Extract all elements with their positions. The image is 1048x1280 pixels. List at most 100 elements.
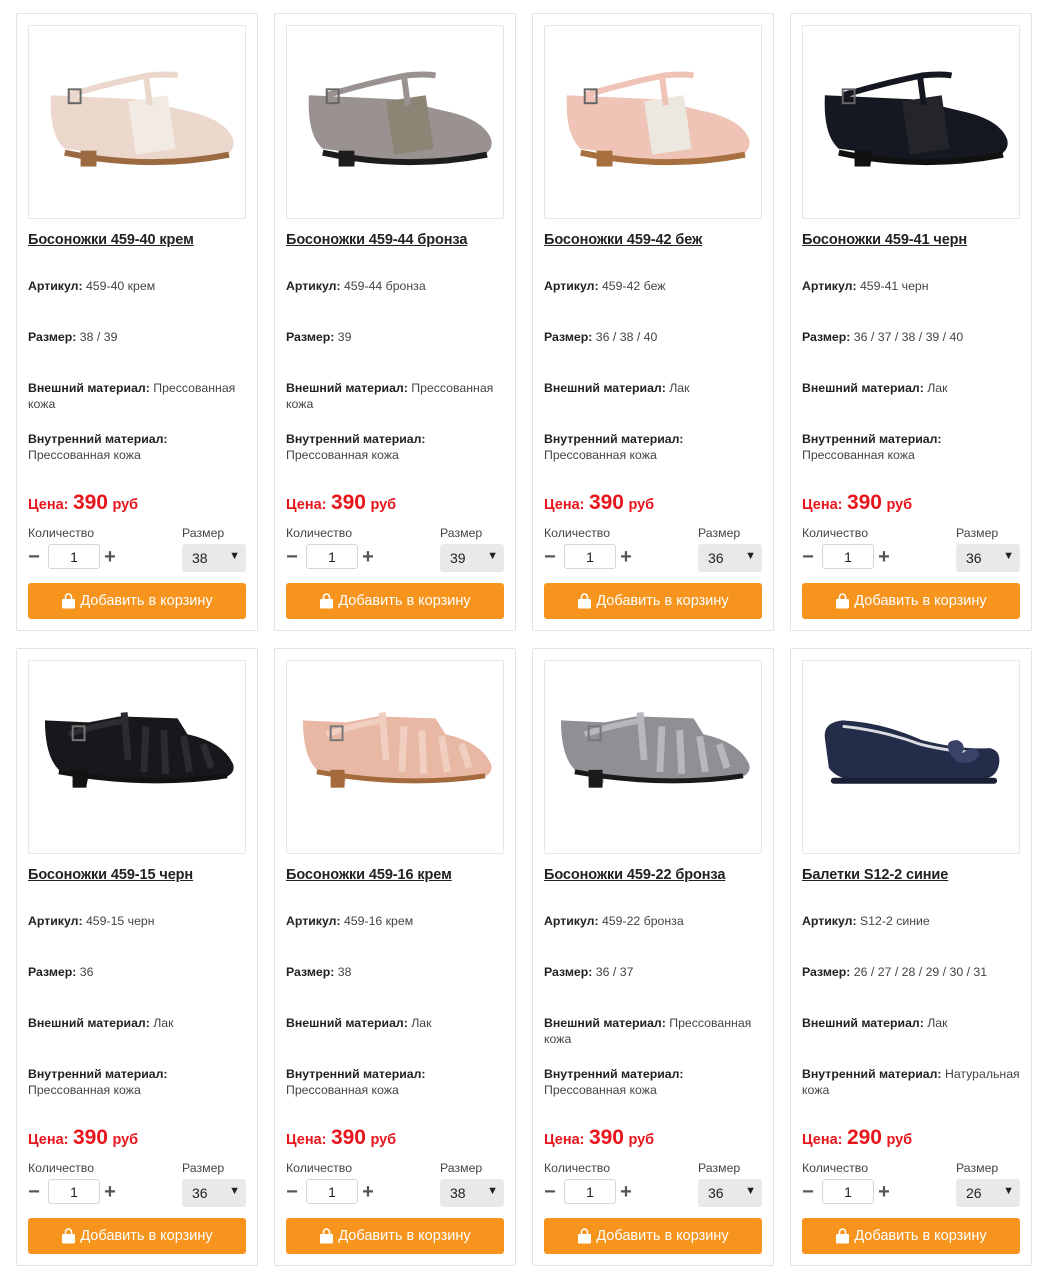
product-title-link[interactable]: Босоножки 459-15 черн bbox=[28, 867, 193, 883]
product-image[interactable] bbox=[286, 25, 504, 219]
product-title-link[interactable]: Босоножки 459-22 бронза bbox=[544, 867, 725, 883]
size-select[interactable]: 36 ▼ bbox=[182, 1179, 246, 1207]
price-label: Цена: bbox=[544, 497, 585, 513]
product-image[interactable] bbox=[28, 660, 246, 854]
quantity-input[interactable] bbox=[48, 1179, 100, 1204]
add-to-cart-label: Добавить в корзину bbox=[338, 593, 471, 609]
quantity-input[interactable] bbox=[564, 1179, 616, 1204]
article-label: Артикул: bbox=[802, 279, 860, 293]
size-label: Размер: bbox=[286, 965, 338, 979]
inner-material-label: Внутренний материал: bbox=[802, 432, 942, 446]
shopping-bag-icon bbox=[836, 593, 850, 609]
inner-material-value: Прессованная кожа bbox=[28, 1083, 141, 1097]
product-title-link[interactable]: Босоножки 459-41 черн bbox=[802, 232, 967, 248]
quantity-increase-button[interactable]: + bbox=[361, 1182, 375, 1202]
quantity-increase-button[interactable]: + bbox=[103, 1182, 117, 1202]
product-image[interactable] bbox=[544, 25, 762, 219]
outer-material-label: Внешний материал: bbox=[28, 1016, 154, 1030]
size-select[interactable]: 36 ▼ bbox=[956, 544, 1020, 572]
quantity-increase-button[interactable]: + bbox=[361, 547, 375, 567]
shopping-bag-icon bbox=[62, 1228, 76, 1244]
quantity-input[interactable] bbox=[306, 544, 358, 569]
add-to-cart-button[interactable]: Добавить в корзину bbox=[286, 1218, 504, 1254]
chevron-down-icon: ▼ bbox=[487, 550, 498, 562]
size-select-value: 36 bbox=[708, 1185, 724, 1201]
chevron-down-icon: ▼ bbox=[745, 1185, 756, 1197]
add-to-cart-label: Добавить в корзину bbox=[80, 1228, 213, 1244]
inner-material-label: Внутренний материал: bbox=[286, 432, 426, 446]
product-image[interactable] bbox=[28, 25, 246, 219]
size-select-label: Размер bbox=[182, 526, 225, 540]
outer-material-row: Внешний материал: Лак bbox=[28, 1015, 250, 1031]
size-select-value: 36 bbox=[192, 1185, 208, 1201]
size-select[interactable]: 36 ▼ bbox=[698, 544, 762, 572]
article-row: Артикул: 459-22 бронза bbox=[544, 913, 766, 929]
inner-material-label: Внутренний материал: bbox=[286, 1067, 426, 1081]
add-to-cart-button[interactable]: Добавить в корзину bbox=[286, 583, 504, 619]
price-currency: руб bbox=[886, 497, 913, 513]
add-to-cart-button[interactable]: Добавить в корзину bbox=[28, 583, 246, 619]
inner-material-value: Прессованная кожа bbox=[28, 448, 141, 462]
chevron-down-icon: ▼ bbox=[1003, 550, 1014, 562]
add-to-cart-button[interactable]: Добавить в корзину bbox=[544, 1218, 762, 1254]
quantity-increase-button[interactable]: + bbox=[877, 1182, 891, 1202]
article-row: Артикул: 459-16 крем bbox=[286, 913, 508, 929]
quantity-decrease-button[interactable]: − bbox=[543, 1182, 557, 1202]
inner-material-label: Внутренний материал: bbox=[28, 432, 168, 446]
size-select[interactable]: 26 ▼ bbox=[956, 1179, 1020, 1207]
quantity-increase-button[interactable]: + bbox=[877, 547, 891, 567]
quantity-decrease-button[interactable]: − bbox=[801, 1182, 815, 1202]
quantity-decrease-button[interactable]: − bbox=[285, 547, 299, 567]
sandal-cage-icon bbox=[44, 712, 234, 788]
product-title-link[interactable]: Босоножки 459-42 беж bbox=[544, 232, 702, 248]
inner-material-row: Внутренний материал: Прессованная кожа bbox=[28, 431, 250, 463]
quantity-input[interactable] bbox=[48, 544, 100, 569]
quantity-decrease-button[interactable]: − bbox=[801, 547, 815, 567]
quantity-input[interactable] bbox=[306, 1179, 358, 1204]
price: Цена: 290 руб bbox=[802, 1126, 912, 1150]
price-label: Цена: bbox=[28, 497, 69, 513]
quantity-decrease-button[interactable]: − bbox=[27, 547, 41, 567]
sandal-cage-icon bbox=[302, 712, 492, 788]
quantity-input[interactable] bbox=[822, 1179, 874, 1204]
product-title-link[interactable]: Босоножки 459-16 крем bbox=[286, 867, 452, 883]
quantity-decrease-button[interactable]: − bbox=[285, 1182, 299, 1202]
quantity-input[interactable] bbox=[564, 544, 616, 569]
quantity-decrease-button[interactable]: − bbox=[27, 1182, 41, 1202]
size-select-value: 38 bbox=[450, 1185, 466, 1201]
size-label: Размер: bbox=[802, 330, 854, 344]
product-title-link[interactable]: Босоножки 459-40 крем bbox=[28, 232, 194, 248]
size-select[interactable]: 38 ▼ bbox=[182, 544, 246, 572]
add-to-cart-button[interactable]: Добавить в корзину bbox=[544, 583, 762, 619]
product-image[interactable] bbox=[802, 25, 1020, 219]
article-row: Артикул: 459-40 крем bbox=[28, 278, 250, 294]
inner-material-row: Внутренний материал: Прессованная кожа bbox=[28, 1066, 250, 1098]
size-row: Размер: 38 / 39 bbox=[28, 329, 250, 345]
size-row: Размер: 39 bbox=[286, 329, 508, 345]
product-image[interactable] bbox=[802, 660, 1020, 854]
product-card: Босоножки 459-15 черн Артикул: 459-15 че… bbox=[16, 648, 258, 1266]
size-label: Размер: bbox=[28, 330, 80, 344]
product-image[interactable] bbox=[544, 660, 762, 854]
quantity-decrease-button[interactable]: − bbox=[543, 547, 557, 567]
quantity-increase-button[interactable]: + bbox=[619, 1182, 633, 1202]
size-select[interactable]: 36 ▼ bbox=[698, 1179, 762, 1207]
sandal-cage-icon bbox=[560, 712, 750, 788]
size-select[interactable]: 39 ▼ bbox=[440, 544, 504, 572]
add-to-cart-button[interactable]: Добавить в корзину bbox=[28, 1218, 246, 1254]
quantity-increase-button[interactable]: + bbox=[619, 547, 633, 567]
shopping-bag-icon bbox=[578, 1228, 592, 1244]
size-label: Размер: bbox=[28, 965, 80, 979]
price-label: Цена: bbox=[802, 1132, 843, 1148]
add-to-cart-button[interactable]: Добавить в корзину bbox=[802, 1218, 1020, 1254]
inner-material-label: Внутренний материал: bbox=[802, 1067, 945, 1081]
price-currency: руб bbox=[112, 1132, 139, 1148]
product-title-link[interactable]: Балетки S12-2 синие bbox=[802, 867, 948, 883]
size-select[interactable]: 38 ▼ bbox=[440, 1179, 504, 1207]
product-image[interactable] bbox=[286, 660, 504, 854]
product-title-link[interactable]: Босоножки 459-44 бронза bbox=[286, 232, 467, 248]
quantity-increase-button[interactable]: + bbox=[103, 547, 117, 567]
size-select-label: Размер bbox=[698, 1161, 741, 1175]
add-to-cart-button[interactable]: Добавить в корзину bbox=[802, 583, 1020, 619]
quantity-input[interactable] bbox=[822, 544, 874, 569]
